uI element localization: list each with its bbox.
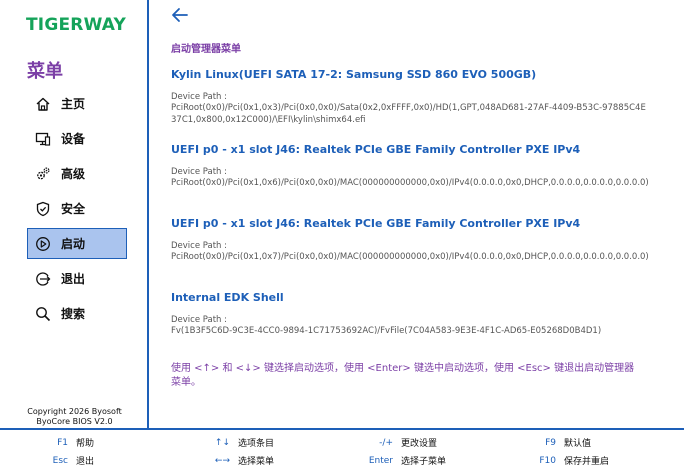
back-arrow-icon[interactable] bbox=[171, 6, 189, 24]
device-path-value: PciRoot(0x0)/Pci(0x1,0x7)/Pci(0x0,0x0)/M… bbox=[171, 252, 649, 262]
device-path-label: Device Path : bbox=[171, 92, 228, 102]
boot-option[interactable]: Internal EDK Shell Device Path : Fv(1B3F… bbox=[171, 291, 651, 337]
device-path-value: PciRoot(0x0)/Pci(0x1,0x6)/Pci(0x0,0x0)/M… bbox=[171, 178, 649, 188]
hotkey-key: F1 bbox=[57, 437, 68, 448]
hotkey-enter: Enter 选择子菜单 bbox=[355, 454, 447, 468]
sidebar-item-label: 主页 bbox=[61, 97, 86, 111]
hotkey-desc: 保存并重启 bbox=[564, 457, 610, 467]
bios-version: ByoCore BIOS V2.0 bbox=[36, 417, 113, 426]
copyright-line: Copyright 2026 Byosoft bbox=[27, 407, 122, 416]
hotkey-plusminus: -/+ 更改设置 bbox=[355, 436, 438, 450]
hotkey-key: Enter bbox=[368, 455, 393, 466]
hotkey-key: Esc bbox=[52, 455, 68, 466]
devices-icon bbox=[34, 130, 52, 148]
sidebar-item-label: 退出 bbox=[61, 272, 86, 286]
search-icon bbox=[34, 305, 52, 323]
hotkey-desc: 退出 bbox=[76, 457, 95, 467]
boot-icon bbox=[34, 235, 52, 253]
boot-option-title[interactable]: UEFI p0 - x1 slot J46: Realtek PCIe GBE … bbox=[171, 217, 651, 230]
device-path-label: Device Path : bbox=[171, 315, 228, 325]
svg-text:TIGERWAY: TIGERWAY bbox=[26, 15, 126, 35]
sidebar-nav: 主页 设备 高级 安全 启动 退出 搜索 bbox=[27, 88, 127, 333]
hotkey-updown: ↑↓ 选项条目 bbox=[192, 436, 275, 450]
shield-icon bbox=[34, 200, 52, 218]
hotkey-desc: 帮助 bbox=[76, 439, 95, 449]
sidebar-item-label: 设备 bbox=[61, 132, 86, 146]
sidebar-item-boot[interactable]: 启动 bbox=[27, 228, 127, 259]
device-path-value: Fv(1B3F5C6D-9C3E-4CC0-9894-1C71753692AC)… bbox=[171, 326, 602, 336]
hotkey-desc: 更改设置 bbox=[401, 439, 438, 449]
boot-option[interactable]: Kylin Linux(UEFI SATA 17-2: Samsung SSD … bbox=[171, 68, 651, 126]
boot-option[interactable]: UEFI p0 - x1 slot J46: Realtek PCIe GBE … bbox=[171, 217, 651, 263]
device-path-value: PciRoot(0x0)/Pci(0x1,0x3)/Pci(0x0,0x0)/S… bbox=[171, 103, 646, 125]
hotkey-desc: 选择子菜单 bbox=[401, 457, 447, 467]
hotkey-key: ↑↓ bbox=[214, 437, 230, 448]
hotkey-key: -/+ bbox=[379, 437, 393, 448]
sidebar-item-exit[interactable]: 退出 bbox=[27, 263, 127, 294]
sidebar-item-advanced[interactable]: 高级 bbox=[27, 158, 127, 189]
hotkey-key: F9 bbox=[545, 437, 556, 448]
sidebar-item-home[interactable]: 主页 bbox=[27, 88, 127, 119]
hotkey-leftright: ←→ 选择菜单 bbox=[192, 454, 275, 468]
sidebar-item-label: 高级 bbox=[61, 167, 86, 181]
hotkey-f10: F10 保存并重启 bbox=[518, 454, 610, 468]
menu-title: 菜单 bbox=[27, 61, 63, 82]
boot-option[interactable]: UEFI p0 - x1 slot J46: Realtek PCIe GBE … bbox=[171, 143, 651, 189]
sidebar-item-search[interactable]: 搜索 bbox=[27, 298, 127, 329]
boot-option-title[interactable]: Internal EDK Shell bbox=[171, 291, 651, 304]
copyright: Copyright 2026 Byosoft ByoCore BIOS V2.0 bbox=[0, 407, 149, 427]
help-text: 使用 <↑> 和 <↓> 键选择启动选项，使用 <Enter> 键选中启动选项，… bbox=[171, 363, 635, 388]
sidebar-item-label: 搜索 bbox=[61, 307, 86, 321]
hotkey-f1: F1 帮助 bbox=[30, 436, 95, 450]
hotkey-desc: 选项条目 bbox=[238, 439, 275, 449]
gears-icon bbox=[34, 165, 52, 183]
sidebar-item-security[interactable]: 安全 bbox=[27, 193, 127, 224]
hotkey-desc: 默认值 bbox=[564, 439, 592, 449]
device-path-label: Device Path : bbox=[171, 167, 228, 177]
sidebar-item-label: 启动 bbox=[61, 237, 86, 251]
footer-keybar: F1 帮助 Esc 退出 ↑↓ 选项条目 ←→ 选择菜单 -/+ 更改设置 En… bbox=[0, 428, 684, 470]
exit-icon bbox=[34, 270, 52, 288]
tigerway-logo: TIGERWAY bbox=[26, 13, 130, 39]
hotkey-key: ←→ bbox=[214, 455, 230, 466]
boot-option-title[interactable]: Kylin Linux(UEFI SATA 17-2: Samsung SSD … bbox=[171, 68, 651, 81]
page-title: 启动管理器菜单 bbox=[171, 44, 241, 55]
hotkey-esc: Esc 退出 bbox=[30, 454, 95, 468]
hotkey-key: F10 bbox=[539, 455, 556, 466]
home-icon bbox=[34, 95, 52, 113]
hotkey-f9: F9 默认值 bbox=[518, 436, 592, 450]
hotkey-desc: 选择菜单 bbox=[238, 457, 275, 467]
sidebar: TIGERWAY 菜单 主页 设备 高级 安全 启动 退出 搜索 Copyrig… bbox=[0, 0, 149, 428]
sidebar-item-label: 安全 bbox=[61, 202, 86, 216]
device-path-label: Device Path : bbox=[171, 241, 228, 251]
sidebar-item-devices[interactable]: 设备 bbox=[27, 123, 127, 154]
boot-option-title[interactable]: UEFI p0 - x1 slot J46: Realtek PCIe GBE … bbox=[171, 143, 651, 156]
